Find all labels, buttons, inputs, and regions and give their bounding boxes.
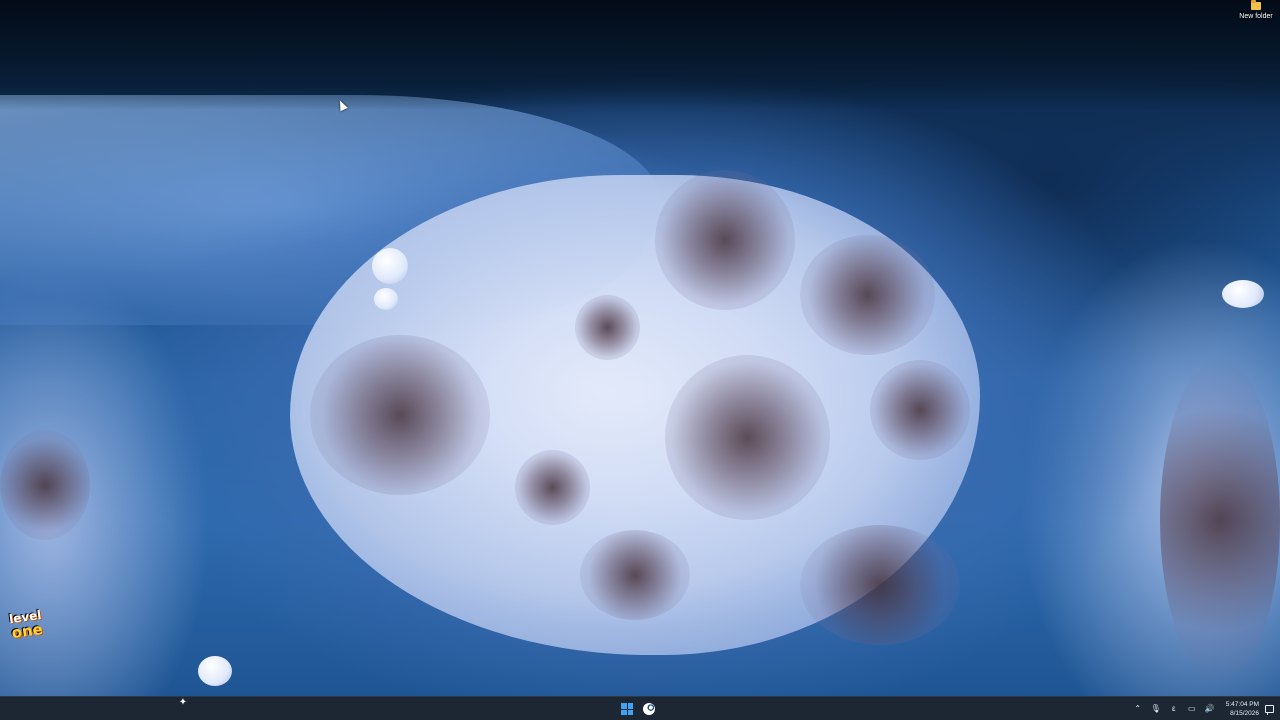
level-one-watermark-logo: level one: [5, 608, 48, 653]
taskbar-pinned-apps: [618, 700, 658, 718]
wallpaper-tree: [575, 295, 640, 360]
wallpaper-snowball: [198, 656, 232, 686]
wallpaper-tree: [1160, 360, 1280, 680]
taskbar-clock[interactable]: 5:47:04 PM 8/15/2026: [1226, 700, 1259, 718]
wallpaper-tree: [310, 335, 490, 495]
wallpaper-tree: [0, 430, 90, 540]
start-button[interactable]: [618, 700, 636, 718]
watermark-line2: one: [10, 619, 44, 643]
sparkle-icon[interactable]: ✦: [177, 697, 189, 709]
system-tray: ⌃ 🎙 ε ▭ 🔊 5:47:04 PM 8/15/2026: [1132, 697, 1280, 720]
wallpaper-snowball: [1222, 280, 1264, 308]
wallpaper-tree: [800, 235, 935, 355]
wallpaper-dark-water: [0, 0, 1280, 110]
language-icon[interactable]: ε: [1168, 697, 1180, 720]
clock-date: 8/15/2026: [1230, 710, 1259, 717]
wallpaper-tree: [580, 530, 690, 620]
wallpaper-tree: [870, 360, 970, 460]
desktop-icon-label: New folder: [1239, 13, 1273, 20]
volume-icon[interactable]: 🔊: [1204, 697, 1216, 720]
wallpaper-tree: [515, 450, 590, 525]
desktop-wallpaper: level one: [0, 0, 1280, 696]
wallpaper-tree: [665, 355, 830, 520]
microphone-icon[interactable]: 🎙: [1150, 697, 1162, 720]
show-hidden-icons-chevron-icon[interactable]: ⌃: [1132, 697, 1144, 720]
steam-icon: [643, 703, 655, 715]
network-icon[interactable]: ▭: [1186, 697, 1198, 720]
taskbar: ✦ ⌃ 🎙 ε ▭ 🔊 5:47:04 PM 8/15/2026: [0, 696, 1280, 720]
wallpaper-snowball: [374, 288, 398, 310]
wallpaper-snowball: [372, 248, 408, 284]
desktop-icon-new-folder[interactable]: New folder: [1236, 0, 1276, 24]
wallpaper-tree: [800, 525, 960, 645]
notifications-icon[interactable]: [1265, 705, 1274, 715]
wallpaper-tree: [655, 170, 795, 310]
steam-taskbar-button[interactable]: [640, 700, 658, 718]
windows-start-icon: [621, 703, 633, 715]
clock-time: 5:47:04 PM: [1225, 701, 1259, 708]
folder-icon: [1251, 0, 1261, 10]
